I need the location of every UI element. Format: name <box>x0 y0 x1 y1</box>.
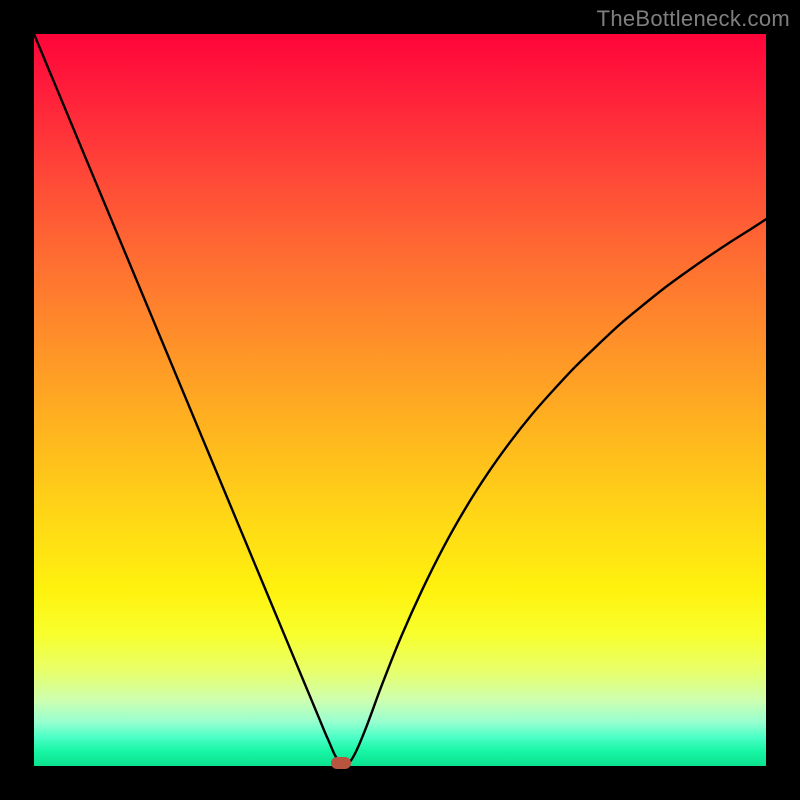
gradient-plot-area <box>34 34 766 766</box>
optimal-point-marker <box>331 757 351 769</box>
chart-frame: TheBottleneck.com <box>0 0 800 800</box>
bottleneck-curve <box>34 34 766 766</box>
watermark-text: TheBottleneck.com <box>597 6 790 32</box>
